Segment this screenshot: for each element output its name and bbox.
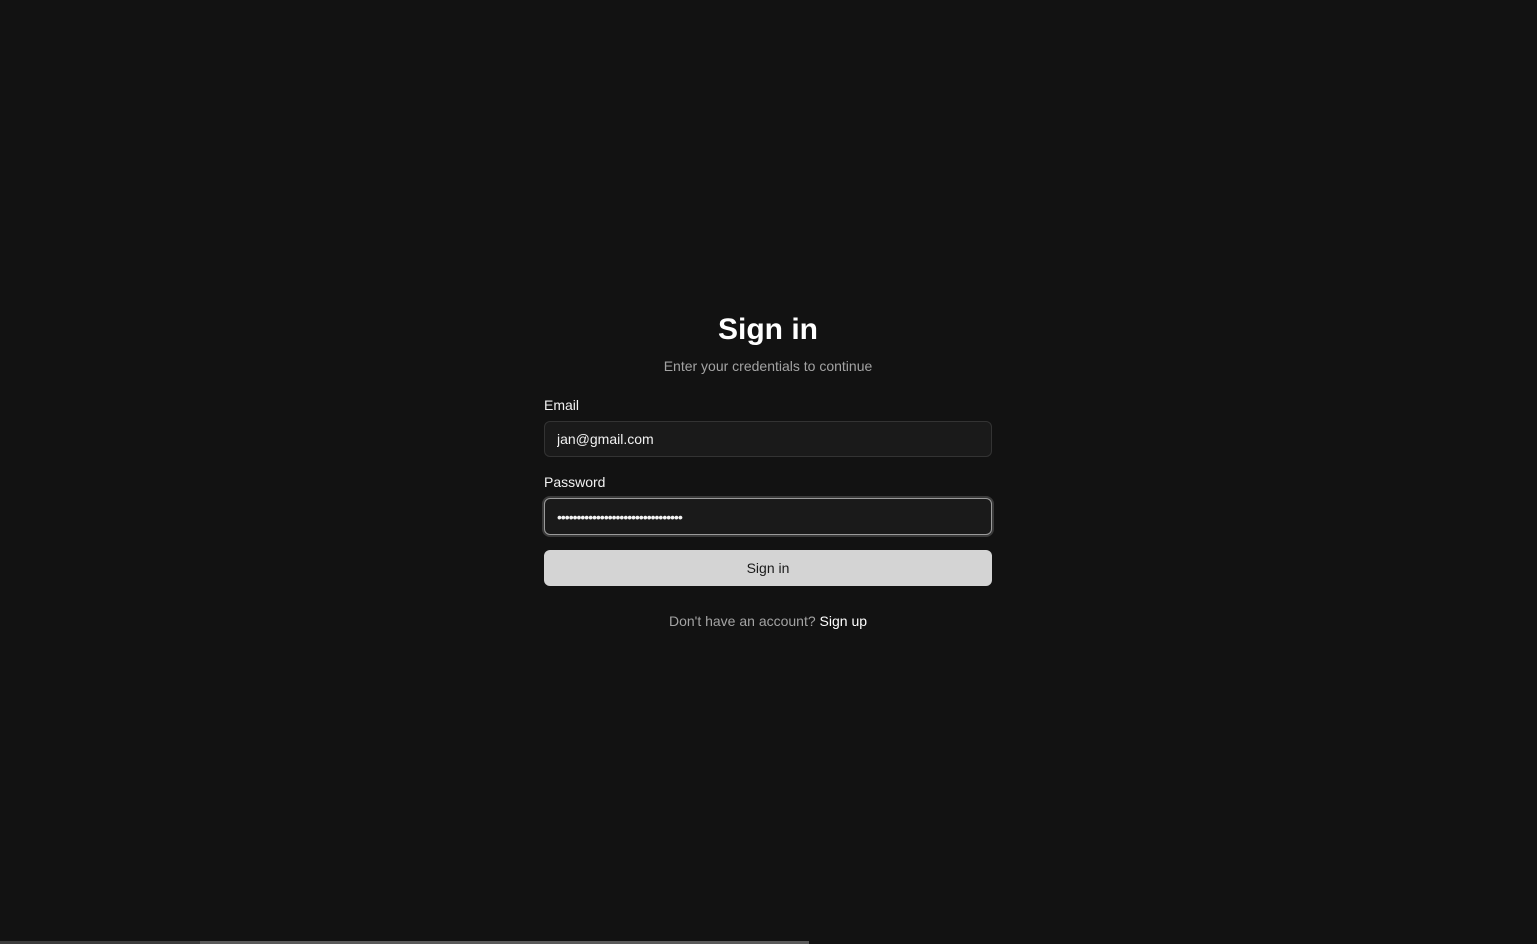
password-label: Password [544,474,606,490]
password-field-group: Password [544,473,992,535]
sign-in-page: Sign in Enter your credentials to contin… [0,0,1537,944]
sign-in-button[interactable]: Sign in [544,550,992,586]
sign-up-link[interactable]: Sign up [820,613,867,629]
signup-prompt-text: Don't have an account? [668,613,816,629]
page-title: Sign in [718,313,818,346]
email-field-group: Email [544,396,992,457]
signup-prompt: Don't have an account? Sign up [544,612,992,630]
email-label: Email [544,397,580,413]
page-subtitle: Enter your credentials to continue [663,358,873,374]
password-input[interactable] [544,498,992,535]
sign-in-form: Email Password Sign in [544,396,992,586]
sign-in-card: Sign in Enter your credentials to contin… [544,310,992,630]
email-input[interactable] [544,421,992,457]
